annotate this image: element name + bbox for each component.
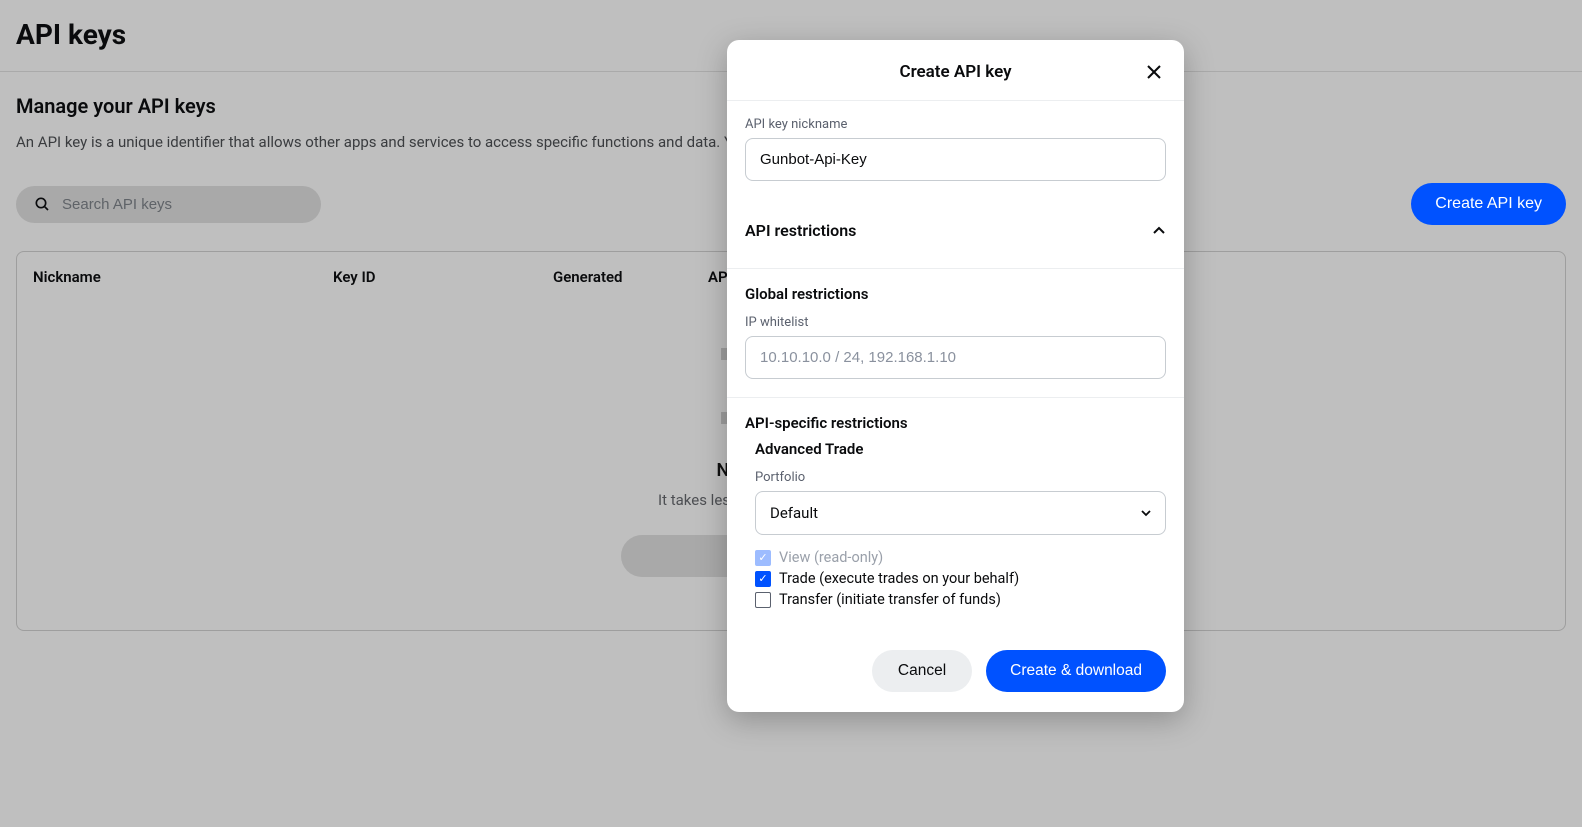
check-icon: ✓	[758, 552, 767, 563]
portfolio-label: Portfolio	[755, 470, 1166, 485]
advanced-trade-title: Advanced Trade	[755, 440, 1166, 458]
column-key-id: Key ID	[333, 268, 553, 286]
close-icon	[1146, 64, 1162, 80]
modal-title: Create API key	[899, 62, 1011, 82]
search-icon	[34, 196, 50, 212]
ip-whitelist-input[interactable]	[745, 336, 1166, 379]
check-icon: ✓	[758, 573, 767, 584]
divider	[727, 397, 1184, 398]
advanced-trade-block: Advanced Trade Portfolio Default ✓ View …	[745, 440, 1166, 608]
modal-footer: Cancel Create & download	[727, 632, 1184, 712]
close-button[interactable]	[1142, 60, 1166, 87]
search-input[interactable]	[62, 196, 303, 213]
checkbox-view[interactable]: ✓	[755, 550, 771, 566]
permission-trade-label: Trade (execute trades on your behalf)	[779, 570, 1019, 587]
global-restrictions-title: Global restrictions	[745, 285, 1166, 303]
chevron-up-icon	[1152, 224, 1166, 238]
permissions-list: ✓ View (read-only) ✓ Trade (execute trad…	[755, 549, 1166, 608]
create-api-key-button[interactable]: Create API key	[1411, 183, 1566, 225]
create-download-button[interactable]: Create & download	[986, 650, 1166, 692]
api-specific-restrictions-title: API-specific restrictions	[745, 414, 1166, 432]
portfolio-select[interactable]: Default	[755, 491, 1166, 535]
column-generated: Generated	[553, 268, 708, 286]
portfolio-select-wrap[interactable]: Default	[755, 491, 1166, 535]
create-api-key-modal: Create API key API key nickname API rest…	[727, 40, 1184, 712]
nickname-label: API key nickname	[745, 117, 1166, 132]
api-restrictions-toggle[interactable]: API restrictions	[745, 201, 1166, 254]
nickname-input[interactable]	[745, 138, 1166, 181]
search-container[interactable]	[16, 186, 321, 223]
divider	[727, 268, 1184, 269]
cancel-button[interactable]: Cancel	[872, 650, 972, 692]
modal-header: Create API key	[727, 40, 1184, 101]
permission-trade[interactable]: ✓ Trade (execute trades on your behalf)	[755, 570, 1166, 587]
permission-view[interactable]: ✓ View (read-only)	[755, 549, 1166, 566]
api-restrictions-title: API restrictions	[745, 221, 856, 240]
permission-transfer[interactable]: Transfer (initiate transfer of funds)	[755, 591, 1166, 608]
checkbox-trade[interactable]: ✓	[755, 571, 771, 587]
ip-whitelist-label: IP whitelist	[745, 315, 1166, 330]
permission-view-label: View (read-only)	[779, 549, 883, 566]
column-nickname: Nickname	[33, 268, 333, 286]
checkbox-transfer[interactable]	[755, 592, 771, 608]
permission-transfer-label: Transfer (initiate transfer of funds)	[779, 591, 1001, 608]
modal-body: API key nickname API restrictions Global…	[727, 101, 1184, 612]
